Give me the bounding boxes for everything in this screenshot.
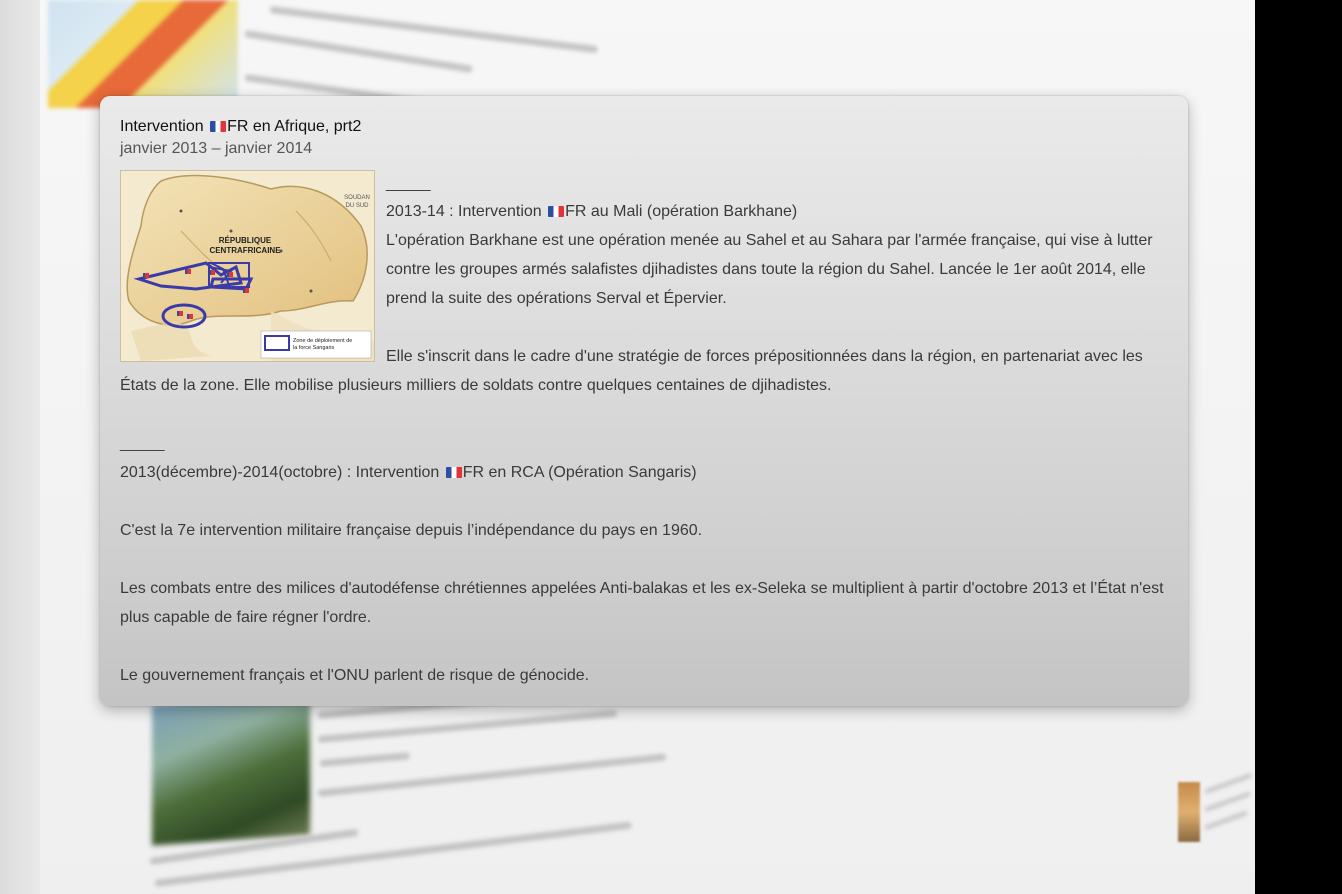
background-thumbnail bbox=[1178, 782, 1200, 842]
background-photo bbox=[152, 694, 310, 846]
section-sangaris: _____ 2013(décembre)-2014(octobre) : Int… bbox=[120, 429, 1169, 690]
section-paragraph: Les combats entre des milices d'autodéfe… bbox=[120, 580, 1164, 626]
map-neighbor-label-2: DU SUD bbox=[345, 203, 369, 209]
map-country-label-2: CENTRAFRICAINE bbox=[209, 246, 281, 255]
central-african-republic-map-image[interactable]: RÉPUBLIQUE CENTRAFRICAINE SOUDAN DU SUD bbox=[120, 170, 375, 362]
french-flag-icon bbox=[548, 206, 565, 217]
section-heading: 2013(décembre)-2014(octobre) : Intervent… bbox=[120, 458, 1169, 487]
screen-edge-bar bbox=[1255, 0, 1342, 894]
section-heading-prefix: 2013-14 : Intervention bbox=[386, 203, 547, 220]
event-popup-card[interactable]: Intervention FR en Afrique, prt2 janvier… bbox=[100, 96, 1188, 706]
popup-date-range: janvier 2013 – janvier 2014 bbox=[120, 140, 313, 157]
map-country-label-1: RÉPUBLIQUE bbox=[219, 236, 272, 245]
background-map-thumbnail bbox=[48, 0, 238, 108]
french-flag-icon bbox=[445, 467, 462, 478]
map-legend-label-2: la force Sangaris bbox=[293, 345, 335, 351]
section-heading-suffix: FR au Mali (opération Barkhane) bbox=[565, 203, 798, 220]
popup-title: Intervention FR en Afrique, prt2 bbox=[120, 116, 1169, 138]
section-heading-suffix: FR en RCA (Opération Sangaris) bbox=[462, 464, 697, 481]
section-paragraph: Le gouvernement français et l'ONU parlen… bbox=[120, 667, 590, 684]
map-legend: Zone de déploiement de la force Sangaris bbox=[260, 330, 372, 359]
section-separator: _____ bbox=[120, 435, 165, 452]
map-illustration: RÉPUBLIQUE CENTRAFRICAINE SOUDAN DU SUD bbox=[121, 171, 374, 361]
map-legend-label-1: Zone de déploiement de bbox=[293, 338, 352, 344]
title-suffix: FR en Afrique, prt2 bbox=[227, 118, 362, 135]
section-heading-prefix: 2013(décembre)-2014(octobre) : Intervent… bbox=[120, 464, 444, 481]
title-prefix: Intervention bbox=[120, 118, 209, 135]
section-paragraph: C'est la 7e intervention militaire franç… bbox=[120, 522, 703, 539]
map-neighbor-label-1: SOUDAN bbox=[344, 195, 370, 201]
french-flag-icon bbox=[210, 121, 227, 132]
